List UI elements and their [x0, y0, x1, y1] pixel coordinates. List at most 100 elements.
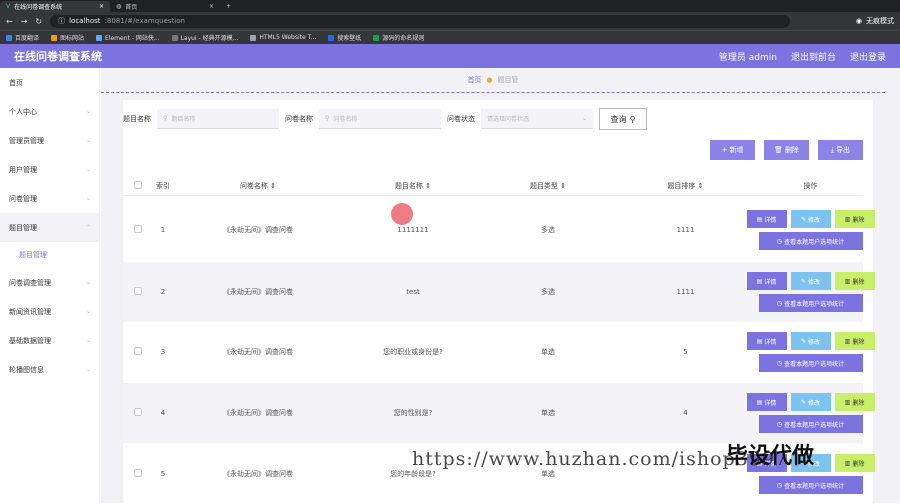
bookmark[interactable]: HTML5 Website T...: [250, 34, 316, 41]
row-checkbox[interactable]: [134, 347, 142, 355]
stats-button[interactable]: ◷ 查看本题用户选项统计: [758, 476, 863, 494]
cell-survey-name: 《永劫无间》调查问卷: [223, 348, 293, 356]
delete-row-button[interactable]: ▥ 删除: [834, 454, 875, 472]
stats-button[interactable]: ◷ 查看本题用户选项统计: [758, 354, 863, 372]
trash-icon: ▥: [844, 277, 851, 285]
sidebar-item-news[interactable]: 新闻资讯管理 ⌄: [0, 297, 99, 326]
search-icon: ⚲: [163, 115, 168, 122]
edit-button[interactable]: ✎ 修改: [790, 272, 831, 290]
survey-name-input[interactable]: ⚲ 问卷名称: [319, 109, 441, 129]
col-survey-name[interactable]: 问卷名称 ⇕: [173, 181, 343, 191]
chevron-down-icon: ⌄: [85, 166, 91, 173]
row-checkbox[interactable]: [134, 469, 142, 477]
delete-row-button[interactable]: ▥ 删除: [834, 210, 875, 228]
survey-status-select[interactable]: 请选择问卷状态 ⌄: [481, 109, 593, 129]
close-tab-icon[interactable]: ×: [99, 3, 104, 10]
clock-icon: ◷: [776, 359, 783, 367]
chevron-down-icon: ⌄: [85, 195, 91, 202]
edit-button[interactable]: ✎ 修改: [790, 393, 831, 411]
cell-survey-name: 《永劫无间》调查问卷: [223, 409, 293, 417]
browser-tab-active[interactable]: V 在线问卷调查系统 ×: [0, 1, 110, 12]
add-button[interactable]: + 新增: [710, 140, 755, 160]
toolbar: + 新增 🗑 删除 ⤓ 导出: [710, 140, 863, 160]
clock-icon: ◷: [776, 481, 783, 489]
delete-row-button[interactable]: ▥ 删除: [834, 393, 875, 411]
bookmark[interactable]: 百度翻译: [6, 33, 39, 42]
chevron-down-icon: ⌄: [85, 366, 91, 373]
close-tab-icon[interactable]: ×: [209, 3, 214, 10]
col-question-order[interactable]: 题目排序 ⇕: [613, 181, 758, 191]
stats-button[interactable]: ◷ 查看本题用户选项统计: [758, 232, 863, 250]
delete-row-button[interactable]: ▥ 删除: [834, 332, 875, 350]
table-row: 2 《永劫无间》调查问卷 test 多选 1111 ▤ 详情 ✎ 修改 ▥ 删除 ◷ 查看本题用户选项统…: [123, 262, 875, 322]
col-question-type[interactable]: 题目类型 ⇕: [483, 181, 613, 191]
pencil-icon: ✎: [800, 337, 806, 345]
bookmark[interactable]: 搜索壁纸: [328, 33, 361, 42]
sidebar-item-home[interactable]: 首页: [0, 68, 99, 97]
sort-icon: ⇕: [697, 181, 704, 190]
browser-tab[interactable]: ◍ 首页 ×: [110, 1, 220, 12]
detail-button[interactable]: ▤ 详情: [746, 393, 787, 411]
bookmark[interactable]: Element - 网站快...: [96, 33, 160, 42]
col-question-name[interactable]: 题目名称 ⇕: [343, 181, 483, 191]
trash-icon: ▥: [844, 337, 851, 345]
row-checkbox[interactable]: [134, 287, 142, 295]
row-actions: ▤ 详情 ✎ 修改 ▥ 删除 ◷ 查看本题用户选项统计: [746, 393, 875, 433]
stats-button[interactable]: ◷ 查看本题用户选项统计: [758, 294, 863, 312]
watermark-brand: 毕设代做: [726, 444, 815, 469]
address-bar[interactable]: ⓘ localhost:8081/#/examquestion: [50, 14, 791, 28]
sidebar-item-carousel[interactable]: 轮播图信息 ⌄: [0, 355, 99, 384]
sidebar-item-admins[interactable]: 管理员管理 ⌄: [0, 126, 99, 155]
logout-link[interactable]: 退出登录: [850, 50, 886, 63]
search-button[interactable]: 查询 ⚲: [599, 108, 647, 130]
reload-icon[interactable]: ↻: [35, 17, 42, 26]
cell-index: 5: [160, 470, 166, 478]
back-to-frontend-link[interactable]: 退出到前台: [791, 50, 836, 63]
detail-button[interactable]: ▤ 详情: [746, 210, 787, 228]
bookmark[interactable]: 源码的命名规则: [373, 33, 424, 42]
cell-question-type: 单选: [541, 348, 555, 356]
sidebar-item-basedata[interactable]: 基础数据管理 ⌄: [0, 326, 99, 355]
edit-button[interactable]: ✎ 修改: [790, 210, 831, 228]
profile-button[interactable]: ◉ 无痕模式: [856, 16, 894, 26]
detail-button[interactable]: ▤ 详情: [746, 332, 787, 350]
cell-index: 3: [160, 348, 166, 356]
table-header: 索引 问卷名称 ⇕ 题目名称 ⇕ 题目类型 ⇕ 题目排序 ⇕ 操作: [123, 176, 863, 196]
question-name-input[interactable]: ⚲ 题目名称: [157, 109, 279, 129]
new-tab-button[interactable]: +: [220, 1, 237, 12]
browser-toolbar: ← → ↻ ⓘ localhost:8081/#/examquestion ◉ 无痕…: [0, 12, 900, 30]
sidebar-item-surveys[interactable]: 问卷管理 ⌄: [0, 184, 99, 213]
export-button[interactable]: ⤓ 导出: [818, 140, 863, 160]
table-row: 3 《永劫无间》调查问卷 您的职业或身份是? 单选 5 ▤ 详情 ✎ 修改 ▥ 删除 ◷ 查看本题用户选…: [123, 322, 875, 382]
breadcrumb-home[interactable]: 首页: [467, 75, 481, 85]
edit-button[interactable]: ✎ 修改: [790, 332, 831, 350]
stats-button[interactable]: ◷ 查看本题用户选项统计: [758, 415, 863, 433]
row-checkbox[interactable]: [134, 408, 142, 416]
pencil-icon: ✎: [800, 215, 806, 223]
cell-question-name: test: [406, 288, 420, 296]
bookmarks-bar: 百度翻译 图标网站 Element - 网站快... Layui - 经典开源模…: [0, 30, 900, 44]
detail-button[interactable]: ▤ 详情: [746, 272, 787, 290]
sidebar-item-survey-responses[interactable]: 问卷调查管理 ⌄: [0, 268, 99, 297]
select-all-checkbox[interactable]: [134, 180, 142, 189]
sidebar-item-questions[interactable]: 题目管理 ⌃: [0, 213, 99, 242]
cell-question-order: 4: [683, 409, 688, 417]
sidebar-item-profile[interactable]: 个人中心 ⌄: [0, 97, 99, 126]
breadcrumb-current: 题目管: [497, 76, 519, 84]
trash-icon: ▥: [844, 215, 851, 223]
row-checkbox[interactable]: [134, 225, 142, 233]
sidebar-subitem-questions[interactable]: 题目管理: [0, 242, 99, 268]
delete-row-button[interactable]: ▥ 删除: [834, 272, 875, 290]
cell-survey-name: 《永劫无间》调查问卷: [223, 226, 293, 234]
chevron-down-icon: ⌄: [85, 108, 91, 115]
sidebar-item-users[interactable]: 用户管理 ⌄: [0, 155, 99, 184]
cell-question-type: 单选: [541, 470, 555, 478]
chevron-down-icon: ⌄: [85, 137, 91, 144]
forward-icon[interactable]: →: [21, 17, 28, 26]
bookmark[interactable]: 图标网站: [51, 33, 84, 42]
back-icon[interactable]: ←: [6, 17, 13, 26]
info-icon: ⓘ: [58, 17, 66, 25]
delete-button[interactable]: 🗑 删除: [764, 140, 809, 160]
row-actions: ▤ 详情 ✎ 修改 ▥ 删除 ◷ 查看本题用户选项统计: [746, 332, 875, 372]
bookmark[interactable]: Layui - 经典开源模...: [171, 33, 238, 42]
